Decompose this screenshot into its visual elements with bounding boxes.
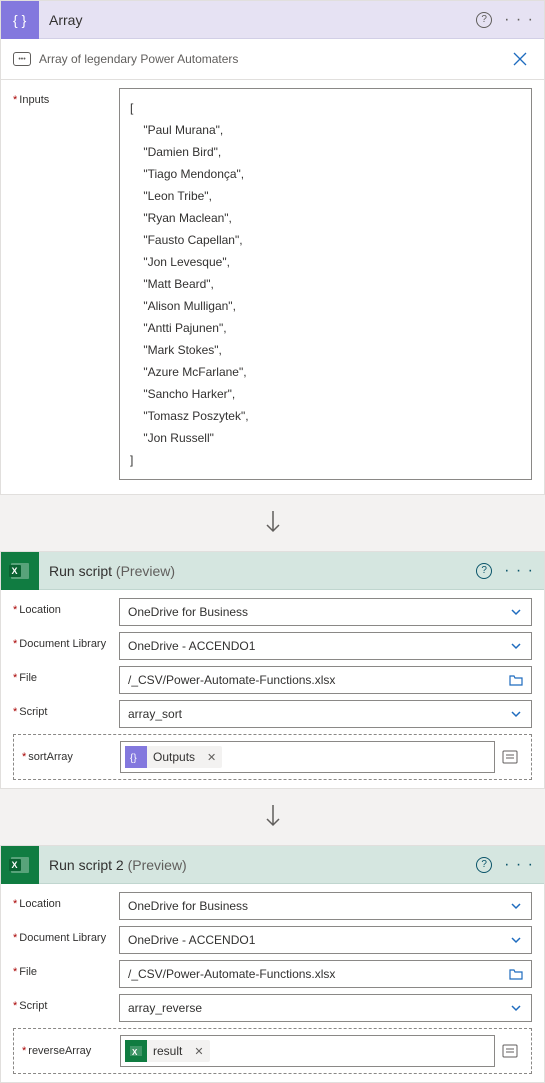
file-row: *File /_CSV/Power-Automate-Functions.xls…	[13, 960, 532, 988]
sortarray-row: *sortArray {} Outputs ✕	[13, 734, 532, 780]
comment-row: Array of legendary Power Automaters	[1, 39, 544, 80]
compose-title: Array	[39, 12, 476, 28]
chevron-down-icon	[509, 639, 523, 653]
compose-token-icon: {}	[125, 746, 147, 768]
script-dropdown[interactable]: array_sort	[119, 700, 532, 728]
token-remove-icon[interactable]: ✕	[201, 751, 222, 764]
svg-text:{}: {}	[130, 753, 137, 764]
file-label: *File	[13, 666, 119, 684]
file-input[interactable]: /_CSV/Power-Automate-Functions.xlsx	[119, 960, 532, 988]
location-dropdown[interactable]: OneDrive for Business	[119, 892, 532, 920]
location-label: *Location	[13, 598, 119, 616]
script-dropdown[interactable]: array_reverse	[119, 994, 532, 1022]
result-token[interactable]: X result ✕	[125, 1040, 210, 1062]
run-script-title-1: Run script (Preview)	[39, 563, 476, 579]
more-menu-icon[interactable]: · · ·	[504, 562, 534, 580]
compose-header[interactable]: { } Array ? · · ·	[1, 1, 544, 39]
folder-icon[interactable]	[509, 673, 523, 687]
location-label: *Location	[13, 892, 119, 910]
dynamic-content-picker-icon[interactable]	[495, 748, 525, 766]
flow-arrow	[0, 495, 545, 551]
dynamic-content-picker-icon[interactable]	[495, 1042, 525, 1060]
help-icon[interactable]: ?	[476, 12, 492, 28]
location-row: *Location OneDrive for Business	[13, 598, 532, 626]
more-menu-icon[interactable]: · · ·	[504, 856, 534, 874]
script-label: *Script	[13, 994, 119, 1012]
file-label: *File	[13, 960, 119, 978]
more-menu-icon[interactable]: · · ·	[504, 11, 534, 29]
doclib-row: *Document Library OneDrive - ACCENDO1	[13, 632, 532, 660]
help-icon[interactable]: ?	[476, 857, 492, 873]
svg-text:{ }: { }	[13, 12, 27, 28]
run-script-title-2: Run script 2 (Preview)	[39, 857, 476, 873]
chevron-down-icon	[509, 933, 523, 947]
compose-action-card: { } Array ? · · · Array of legendary Pow…	[0, 0, 545, 495]
chevron-down-icon	[509, 605, 523, 619]
excel-icon: X	[1, 552, 39, 590]
svg-text:X: X	[132, 1048, 138, 1057]
comment-icon	[13, 52, 31, 66]
excel-token-icon: X	[125, 1040, 147, 1062]
doclib-dropdown[interactable]: OneDrive - ACCENDO1	[119, 926, 532, 954]
location-row: *Location OneDrive for Business	[13, 892, 532, 920]
chevron-down-icon	[509, 1001, 523, 1015]
help-icon[interactable]: ?	[476, 563, 492, 579]
folder-icon[interactable]	[509, 967, 523, 981]
chevron-down-icon	[509, 899, 523, 913]
reversearray-label: *reverseArray	[20, 1045, 120, 1057]
run-script-header-2[interactable]: X Run script 2 (Preview) ? · · ·	[1, 846, 544, 884]
inputs-label: *Inputs	[13, 88, 119, 106]
file-row: *File /_CSV/Power-Automate-Functions.xls…	[13, 666, 532, 694]
doclib-label: *Document Library	[13, 632, 119, 650]
flow-arrow	[0, 789, 545, 845]
svg-text:X: X	[12, 566, 18, 576]
run-script-header-1[interactable]: X Run script (Preview) ? · · ·	[1, 552, 544, 590]
doclib-dropdown[interactable]: OneDrive - ACCENDO1	[119, 632, 532, 660]
reversearray-input[interactable]: X result ✕	[120, 1035, 495, 1067]
script-label: *Script	[13, 700, 119, 718]
sortarray-input[interactable]: {} Outputs ✕	[120, 741, 495, 773]
comment-text: Array of legendary Power Automaters	[39, 52, 508, 66]
script-row: *Script array_sort	[13, 700, 532, 728]
run-script-card-2: X Run script 2 (Preview) ? · · · *Locati…	[0, 845, 545, 1083]
run-script-card-1: X Run script (Preview) ? · · · *Location…	[0, 551, 545, 789]
outputs-token[interactable]: {} Outputs ✕	[125, 746, 222, 768]
token-remove-icon[interactable]: ✕	[188, 1045, 209, 1058]
chevron-down-icon	[509, 707, 523, 721]
file-input[interactable]: /_CSV/Power-Automate-Functions.xlsx	[119, 666, 532, 694]
doclib-row: *Document Library OneDrive - ACCENDO1	[13, 926, 532, 954]
sortarray-label: *sortArray	[20, 751, 120, 763]
compose-icon: { }	[1, 1, 39, 39]
reversearray-row: *reverseArray X result ✕	[13, 1028, 532, 1074]
doclib-label: *Document Library	[13, 926, 119, 944]
inputs-row: *Inputs [ "Paul Murana", "Damien Bird", …	[13, 88, 532, 480]
location-dropdown[interactable]: OneDrive for Business	[119, 598, 532, 626]
close-icon[interactable]	[508, 47, 532, 71]
script-row: *Script array_reverse	[13, 994, 532, 1022]
svg-text:X: X	[12, 860, 18, 870]
inputs-textarea[interactable]: [ "Paul Murana", "Damien Bird", "Tiago M…	[119, 88, 532, 480]
excel-icon: X	[1, 846, 39, 884]
